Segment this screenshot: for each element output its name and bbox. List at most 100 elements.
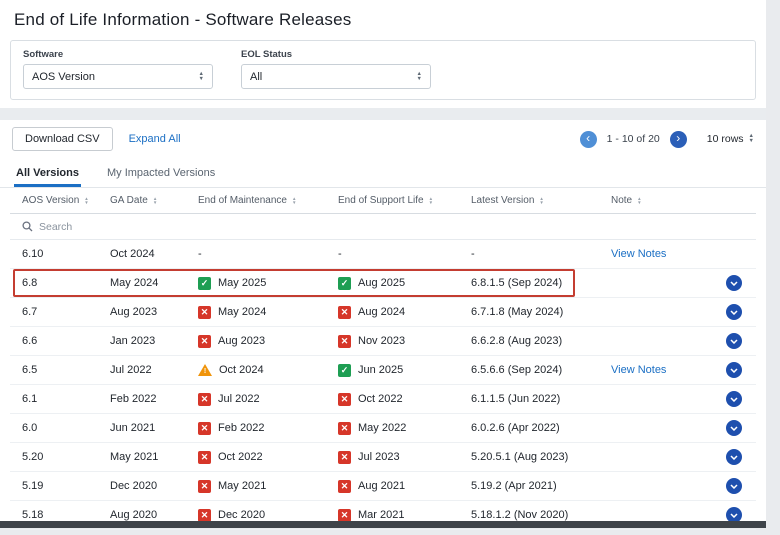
pagination-range: 1 - 10 of 20 — [605, 133, 662, 145]
chevron-left-icon: ‹ — [586, 132, 590, 144]
cell-latest-version: 6.5.6.6 (Sep 2024) — [459, 364, 599, 376]
cell-ga-date: Dec 2020 — [98, 480, 186, 492]
column-header-aos-version[interactable]: AOS Version — [10, 195, 98, 206]
search-icon — [22, 221, 33, 232]
column-header-latest-version[interactable]: Latest Version — [459, 195, 599, 206]
view-notes-link[interactable]: View Notes — [611, 364, 666, 376]
eol-status-filter-label: EOL Status — [241, 49, 431, 60]
status-date: - — [338, 248, 342, 260]
download-csv-button[interactable]: Download CSV — [12, 127, 113, 151]
cell-aos-version: 6.8 — [10, 277, 98, 289]
eol-status-filter-group: EOL Status All — [241, 49, 431, 89]
table-body: 6.10 Oct 2024 - - - View Notes 6.8 May 2… — [10, 240, 756, 530]
expand-row-button[interactable] — [726, 362, 742, 378]
cell-latest-version: 5.18.1.2 (Nov 2020) — [459, 509, 599, 521]
status-date: Aug 2024 — [358, 306, 405, 318]
expand-row-button[interactable] — [726, 478, 742, 494]
sort-icon — [153, 197, 157, 205]
status-date: May 2025 — [218, 277, 266, 289]
cell-expand — [711, 391, 756, 407]
table-row: 5.19 Dec 2020 ✕ May 2021 ✕ Aug 2021 5.19… — [10, 472, 756, 501]
next-page-button[interactable]: › — [670, 131, 687, 148]
cell-expand — [711, 333, 756, 349]
expand-row-button[interactable] — [726, 420, 742, 436]
status-icon: ✕ — [198, 451, 211, 464]
status-icon: ✕ — [198, 335, 211, 348]
tab-all-versions[interactable]: All Versions — [14, 158, 81, 187]
search-input[interactable] — [39, 221, 279, 233]
expand-row-button[interactable] — [726, 275, 742, 291]
software-filter-label: Software — [23, 49, 213, 60]
expand-row-button[interactable] — [726, 449, 742, 465]
status-date: May 2024 — [218, 306, 266, 318]
column-header-ga-date[interactable]: GA Date — [98, 195, 186, 206]
cell-latest-version: 6.7.1.8 (May 2024) — [459, 306, 599, 318]
column-label: Note — [611, 195, 632, 206]
expand-all-link[interactable]: Expand All — [129, 133, 181, 145]
table-header-row: AOS Version GA Date End of Maintenance E… — [10, 188, 756, 214]
table-row: 6.6 Jan 2023 ✕ Aug 2023 ✕ Nov 2023 6.6.2… — [10, 327, 756, 356]
status-date: Aug 2021 — [358, 480, 405, 492]
status-date: Dec 2020 — [218, 509, 265, 521]
eol-status-select[interactable]: All — [241, 64, 431, 89]
cell-aos-version: 6.10 — [10, 248, 98, 260]
cell-end-of-maintenance: ✕ May 2024 — [186, 306, 326, 319]
cell-end-of-maintenance: ✕ May 2021 — [186, 480, 326, 493]
cell-latest-version: 6.0.2.6 (Apr 2022) — [459, 422, 599, 434]
cell-end-of-maintenance: ✕ Aug 2023 — [186, 335, 326, 348]
expand-row-button[interactable] — [726, 391, 742, 407]
eol-status-select-value: All — [250, 71, 262, 83]
chevron-down-icon — [730, 368, 738, 373]
status-icon: ! — [198, 364, 212, 376]
chevron-down-icon — [730, 281, 738, 286]
table-row: 6.8 May 2024 ✓ May 2025 ✓ Aug 2025 6.8.1… — [10, 269, 756, 298]
prev-page-button[interactable]: ‹ — [580, 131, 597, 148]
view-notes-link[interactable]: View Notes — [611, 248, 666, 260]
cell-end-of-support-life: - — [326, 248, 459, 260]
cell-aos-version: 5.20 — [10, 451, 98, 463]
cell-end-of-support-life: ✕ Mar 2021 — [326, 509, 459, 522]
software-select[interactable]: AOS Version — [23, 64, 213, 89]
cell-end-of-maintenance: ✓ May 2025 — [186, 277, 326, 290]
chevron-down-icon — [730, 310, 738, 315]
status-icon: ✕ — [198, 306, 211, 319]
cell-ga-date: Jan 2023 — [98, 335, 186, 347]
cell-latest-version: 6.1.1.5 (Jun 2022) — [459, 393, 599, 405]
table-search-row — [10, 214, 756, 240]
status-date: May 2021 — [218, 480, 266, 492]
chevron-down-icon — [730, 484, 738, 489]
toolbar: Download CSV Expand All ‹ 1 - 10 of 20 ›… — [0, 120, 766, 158]
cell-end-of-support-life: ✕ Aug 2024 — [326, 306, 459, 319]
status-date: Jun 2025 — [358, 364, 403, 376]
expand-row-button[interactable] — [726, 304, 742, 320]
expand-row-button[interactable] — [726, 333, 742, 349]
double-caret-icon — [417, 72, 422, 82]
header: End of Life Information - Software Relea… — [0, 0, 766, 36]
cell-latest-version: 6.8.1.5 (Sep 2024) — [459, 277, 599, 289]
column-header-end-of-maintenance[interactable]: End of Maintenance — [186, 195, 326, 206]
tab-my-impacted-versions[interactable]: My Impacted Versions — [105, 158, 217, 187]
cell-end-of-maintenance: ✕ Jul 2022 — [186, 393, 326, 406]
status-icon: ✕ — [338, 509, 351, 522]
column-header-end-of-support-life[interactable]: End of Support Life — [326, 195, 459, 206]
cell-ga-date: Aug 2020 — [98, 509, 186, 521]
cell-end-of-support-life: ✕ Oct 2022 — [326, 393, 459, 406]
cell-aos-version: 5.19 — [10, 480, 98, 492]
cell-ga-date: Aug 2023 — [98, 306, 186, 318]
column-header-note[interactable]: Note — [599, 195, 711, 206]
cell-latest-version: 6.6.2.8 (Aug 2023) — [459, 335, 599, 347]
status-icon: ✕ — [338, 335, 351, 348]
tab-bar: All Versions My Impacted Versions — [0, 158, 766, 188]
double-caret-icon — [199, 72, 204, 82]
chevron-down-icon — [730, 513, 738, 518]
status-icon: ✕ — [198, 422, 211, 435]
cell-end-of-support-life: ✕ Aug 2021 — [326, 480, 459, 493]
status-date: May 2022 — [358, 422, 406, 434]
status-icon: ✕ — [338, 306, 351, 319]
section-divider — [0, 108, 766, 120]
rows-per-page-select[interactable]: 10 rows — [707, 133, 754, 145]
chevron-down-icon — [730, 339, 738, 344]
cell-end-of-support-life: ✕ May 2022 — [326, 422, 459, 435]
column-label: End of Maintenance — [198, 195, 287, 206]
cell-ga-date: Jun 2021 — [98, 422, 186, 434]
